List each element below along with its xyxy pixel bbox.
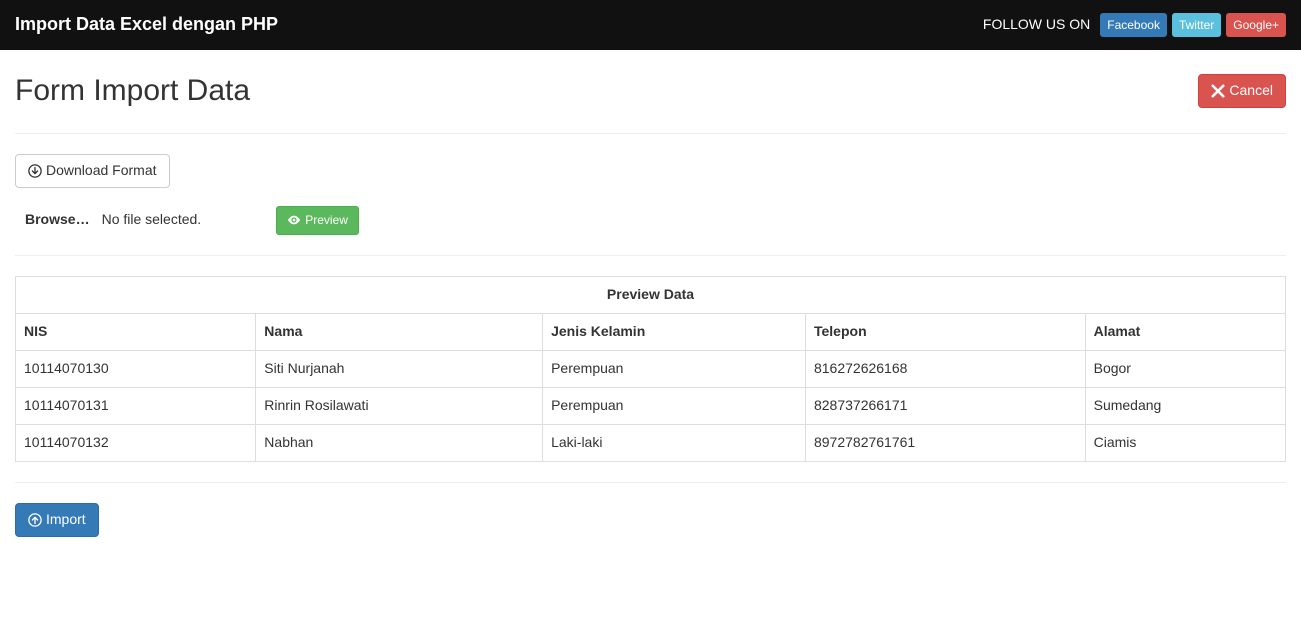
facebook-button[interactable]: Facebook <box>1100 13 1167 37</box>
table-caption: Preview Data <box>16 276 1286 313</box>
file-upload-row: Browse… No file selected. Preview <box>15 206 1286 235</box>
table-header-row: NIS Nama Jenis Kelamin Telepon Alamat <box>16 313 1286 350</box>
cell-nama: Rinrin Rosilawati <box>256 387 543 424</box>
divider <box>15 133 1286 134</box>
cell-nama: Siti Nurjanah <box>256 350 543 387</box>
import-button-label: Import <box>46 510 86 530</box>
divider <box>15 482 1286 483</box>
eye-icon <box>287 213 301 227</box>
import-button[interactable]: Import <box>15 503 99 537</box>
cell-jenis-kelamin: Perempuan <box>543 350 806 387</box>
cell-alamat: Bogor <box>1085 350 1285 387</box>
browse-button[interactable]: Browse… <box>25 210 90 230</box>
col-header-alamat: Alamat <box>1085 313 1285 350</box>
navbar: Import Data Excel dengan PHP FOLLOW US O… <box>0 0 1301 50</box>
file-input[interactable]: Browse… No file selected. <box>25 210 201 230</box>
col-header-jenis-kelamin: Jenis Kelamin <box>543 313 806 350</box>
cancel-button[interactable]: Cancel <box>1198 74 1286 108</box>
preview-button[interactable]: Preview <box>276 206 359 235</box>
preview-button-label: Preview <box>305 212 348 229</box>
navbar-right: FOLLOW US ON Facebook Twitter Google+ <box>983 13 1286 37</box>
file-status-text: No file selected. <box>102 210 202 230</box>
cell-nis: 10114070130 <box>16 350 256 387</box>
col-header-nama: Nama <box>256 313 543 350</box>
cell-nis: 10114070132 <box>16 424 256 461</box>
cancel-button-label: Cancel <box>1229 81 1273 101</box>
col-header-telepon: Telepon <box>805 313 1085 350</box>
google-plus-button[interactable]: Google+ <box>1226 13 1286 37</box>
table-row: 10114070131 Rinrin Rosilawati Perempuan … <box>16 387 1286 424</box>
download-format-button[interactable]: Download Format <box>15 154 170 188</box>
cell-nama: Nabhan <box>256 424 543 461</box>
follow-us-text: FOLLOW US ON <box>983 15 1090 35</box>
twitter-button[interactable]: Twitter <box>1172 13 1221 37</box>
cell-nis: 10114070131 <box>16 387 256 424</box>
upload-icon <box>28 513 42 527</box>
cell-alamat: Sumedang <box>1085 387 1285 424</box>
col-header-nis: NIS <box>16 313 256 350</box>
download-icon <box>28 164 42 178</box>
table-row: 10114070130 Siti Nurjanah Perempuan 8162… <box>16 350 1286 387</box>
cell-telepon: 8972782761761 <box>805 424 1085 461</box>
close-icon <box>1211 84 1225 98</box>
cell-jenis-kelamin: Perempuan <box>543 387 806 424</box>
cell-telepon: 828737266171 <box>805 387 1085 424</box>
preview-table: Preview Data NIS Nama Jenis Kelamin Tele… <box>15 276 1286 462</box>
divider <box>15 255 1286 256</box>
brand-link[interactable]: Import Data Excel dengan PHP <box>15 0 278 53</box>
cell-jenis-kelamin: Laki-laki <box>543 424 806 461</box>
page-title: Form Import Data <box>15 70 250 113</box>
download-format-label: Download Format <box>46 161 157 181</box>
cell-telepon: 816272626168 <box>805 350 1085 387</box>
cell-alamat: Ciamis <box>1085 424 1285 461</box>
table-row: 10114070132 Nabhan Laki-laki 89727827617… <box>16 424 1286 461</box>
